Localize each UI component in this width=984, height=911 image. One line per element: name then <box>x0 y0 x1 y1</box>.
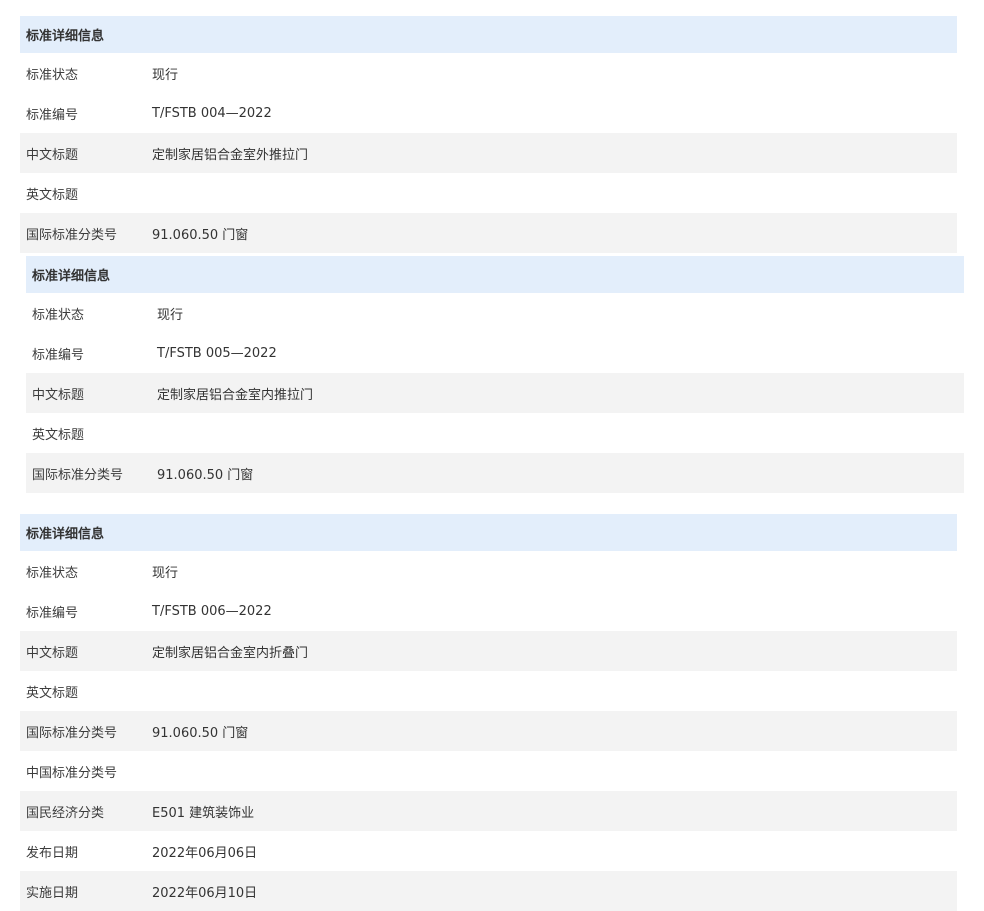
row-chinese-title: 中文标题 定制家居铝合金室内推拉门 <box>26 373 964 413</box>
value-implementation-date: 2022年06月10日 <box>152 885 258 901</box>
value-number: T/FSTB 006—2022 <box>152 603 272 619</box>
row-ics: 国际标准分类号 91.060.50 门窗 <box>20 213 957 253</box>
row-ics: 国际标准分类号 91.060.50 门窗 <box>26 453 964 493</box>
row-ics: 国际标准分类号 91.060.50 门窗 <box>20 711 957 751</box>
row-number: 标准编号 T/FSTB 004—2022 <box>20 93 957 133</box>
row-english-title: 英文标题 <box>20 173 957 213</box>
label-status: 标准状态 <box>26 67 79 83</box>
value-status: 现行 <box>157 307 184 323</box>
label-number: 标准编号 <box>26 605 79 621</box>
label-ccs: 中国标准分类号 <box>26 765 118 781</box>
value-economy-classification: E501 建筑装饰业 <box>152 805 255 821</box>
value-ics: 91.060.50 门窗 <box>152 227 249 243</box>
label-english-title: 英文标题 <box>32 427 85 443</box>
label-number: 标准编号 <box>26 107 79 123</box>
label-ics: 国际标准分类号 <box>26 227 118 243</box>
panel-header: 标准详细信息 <box>20 16 957 53</box>
row-chinese-title: 中文标题 定制家居铝合金室内折叠门 <box>20 631 957 671</box>
label-english-title: 英文标题 <box>26 187 79 203</box>
value-number: T/FSTB 004—2022 <box>152 105 272 121</box>
value-release-date: 2022年06月06日 <box>152 845 258 861</box>
value-status: 现行 <box>152 67 179 83</box>
label-implementation-date: 实施日期 <box>26 885 79 901</box>
row-status: 标准状态 现行 <box>20 551 957 591</box>
standard-detail-panel-1: 标准详细信息 标准状态 现行 标准编号 T/FSTB 004—2022 中文标题… <box>20 16 957 253</box>
label-status: 标准状态 <box>32 307 85 323</box>
label-status: 标准状态 <box>26 565 79 581</box>
standard-detail-panel-2: 标准详细信息 标准状态 现行 标准编号 T/FSTB 005—2022 中文标题… <box>26 256 964 493</box>
row-english-title: 英文标题 <box>20 671 957 711</box>
value-ics: 91.060.50 门窗 <box>157 467 254 483</box>
value-status: 现行 <box>152 565 179 581</box>
label-chinese-title: 中文标题 <box>26 147 79 163</box>
label-chinese-title: 中文标题 <box>32 387 85 403</box>
row-number: 标准编号 T/FSTB 005—2022 <box>26 333 964 373</box>
label-chinese-title: 中文标题 <box>26 645 79 661</box>
row-number: 标准编号 T/FSTB 006—2022 <box>20 591 957 631</box>
row-status: 标准状态 现行 <box>20 53 957 93</box>
value-chinese-title: 定制家居铝合金室内推拉门 <box>157 387 314 403</box>
value-ics: 91.060.50 门窗 <box>152 725 249 741</box>
label-number: 标准编号 <box>32 347 85 363</box>
row-chinese-title: 中文标题 定制家居铝合金室外推拉门 <box>20 133 957 173</box>
row-ccs: 中国标准分类号 <box>20 751 957 791</box>
row-economy-classification: 国民经济分类 E501 建筑装饰业 <box>20 791 957 831</box>
value-chinese-title: 定制家居铝合金室外推拉门 <box>152 147 309 163</box>
standard-detail-panel-3: 标准详细信息 标准状态 现行 标准编号 T/FSTB 006—2022 中文标题… <box>20 514 957 911</box>
row-english-title: 英文标题 <box>26 413 964 453</box>
value-chinese-title: 定制家居铝合金室内折叠门 <box>152 645 309 661</box>
label-release-date: 发布日期 <box>26 845 79 861</box>
row-status: 标准状态 现行 <box>26 293 964 333</box>
label-ics: 国际标准分类号 <box>26 725 118 741</box>
label-economy-classification: 国民经济分类 <box>26 805 105 821</box>
value-number: T/FSTB 005—2022 <box>157 345 277 361</box>
row-implementation-date: 实施日期 2022年06月10日 <box>20 871 957 911</box>
panel-header: 标准详细信息 <box>20 514 957 551</box>
row-release-date: 发布日期 2022年06月06日 <box>20 831 957 871</box>
label-english-title: 英文标题 <box>26 685 79 701</box>
panel-header: 标准详细信息 <box>26 256 964 293</box>
label-ics: 国际标准分类号 <box>32 467 124 483</box>
